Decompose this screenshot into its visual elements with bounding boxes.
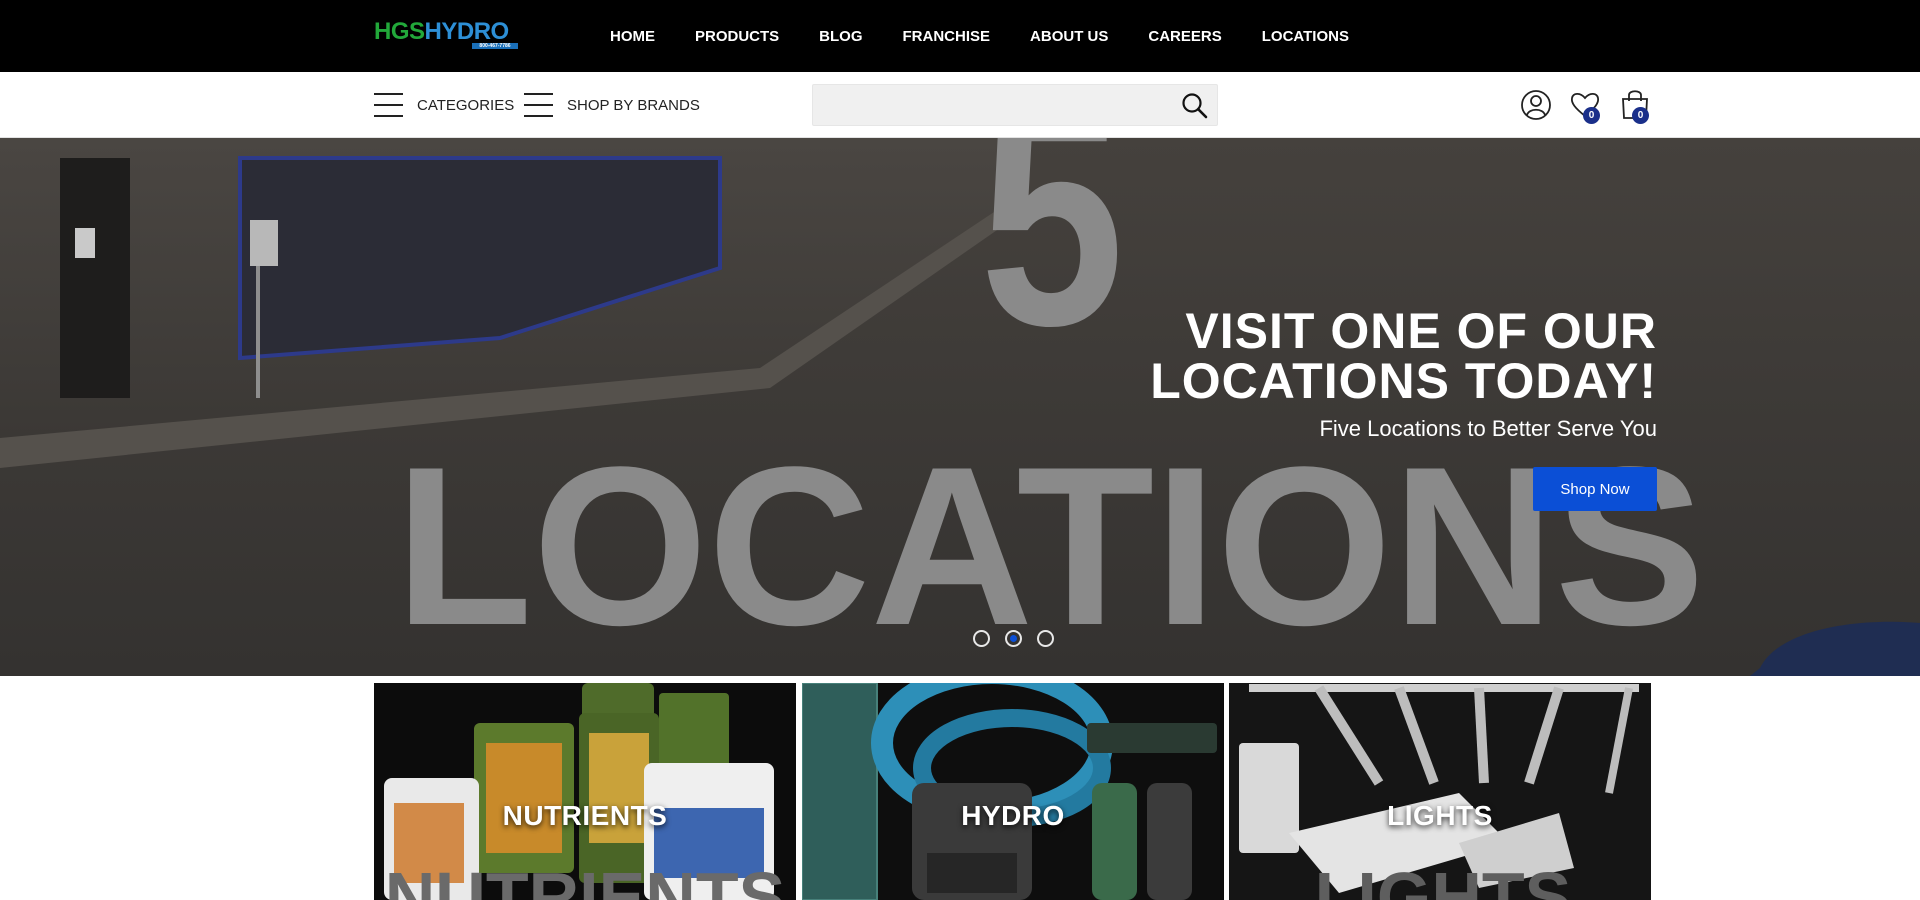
tile-label-nutrients: NUTRIENTS [502, 800, 668, 831]
shop-now-button[interactable]: Shop Now [1533, 467, 1657, 511]
hero-banner: 5 LOCATIONS VISIT ONE OF OUR LOCATIONS T… [0, 138, 1920, 676]
search-bar [812, 84, 1218, 126]
hero-title-line-2: LOCATIONS TODAY! [1150, 353, 1657, 409]
categories-label: CATEGORIES [417, 96, 515, 114]
wishlist-button[interactable]: 0 [1569, 88, 1601, 124]
nav-blog[interactable]: BLOG [819, 28, 862, 45]
nav-careers[interactable]: CAREERS [1148, 28, 1221, 45]
main-navigation: HOME PRODUCTS BLOG FRANCHISE ABOUT US CA… [590, 0, 1369, 72]
carousel-dot-2[interactable] [1005, 630, 1022, 647]
nav-home[interactable]: HOME [610, 28, 655, 45]
hamburger-icon [374, 93, 403, 117]
utility-bar: CATEGORIES SHOP BY BRANDS 0 0 [0, 72, 1920, 138]
top-navigation-bar: HGSHYDRO 800-467-7786 HOME PRODUCTS BLOG… [0, 0, 1920, 72]
nav-products[interactable]: PRODUCTS [695, 28, 779, 45]
carousel-dot-3[interactable] [1037, 630, 1054, 647]
hero-title-line-1: VISIT ONE OF OUR [1185, 303, 1657, 359]
logo-brand-secondary: HYDRO [424, 18, 510, 45]
wishlist-count-badge: 0 [1583, 107, 1600, 124]
search-button[interactable] [1181, 92, 1209, 120]
category-tile-hydro[interactable]: HYDRO [802, 683, 1224, 900]
nav-about-us[interactable]: ABOUT US [1030, 28, 1108, 45]
shop-by-brands-button[interactable]: SHOP BY BRANDS [524, 93, 700, 117]
tile-label-hydro: HYDRO [961, 800, 1065, 831]
hydro-product-image [802, 683, 1223, 900]
hero-subtitle: Five Locations to Better Serve You [1319, 416, 1657, 441]
hero-background-number: 5 [980, 138, 1125, 390]
search-input[interactable] [813, 85, 1163, 125]
cart-count-badge: 0 [1632, 107, 1649, 124]
tile-label-lights: LIGHTS [1387, 800, 1493, 831]
search-icon [1182, 93, 1208, 119]
logo-wordmark: HGSHYDRO [374, 20, 524, 44]
hero-title: VISIT ONE OF OUR LOCATIONS TODAY! [1150, 306, 1657, 406]
nutrients-product-image: NUTRIENTS [374, 683, 796, 900]
nav-franchise[interactable]: FRANCHISE [903, 28, 991, 45]
cart-button[interactable]: 0 [1619, 88, 1651, 124]
lights-product-image: LIGHTS [1229, 683, 1651, 900]
user-icon [1521, 90, 1551, 120]
tile-background-word: NUTRIENTS [385, 858, 786, 900]
nav-locations[interactable]: LOCATIONS [1262, 28, 1349, 45]
category-tile-lights[interactable]: LIGHTS LIGHTS [1229, 683, 1651, 900]
site-logo[interactable]: HGSHYDRO 800-467-7786 [374, 20, 524, 52]
carousel-dot-1[interactable] [973, 630, 990, 647]
hamburger-icon [524, 93, 553, 117]
categories-menu-button[interactable]: CATEGORIES [374, 93, 514, 117]
category-tile-nutrients[interactable]: NUTRIENTS NUTRIENTS [374, 683, 796, 900]
tile-background-word: LIGHTS [1315, 858, 1572, 900]
account-button[interactable] [1520, 88, 1552, 122]
shop-by-brands-label: SHOP BY BRANDS [567, 96, 700, 114]
carousel-pagination [973, 630, 1069, 647]
logo-brand-primary: HGS [374, 18, 425, 45]
logo-phone-tagline: 800-467-7786 [472, 43, 518, 49]
